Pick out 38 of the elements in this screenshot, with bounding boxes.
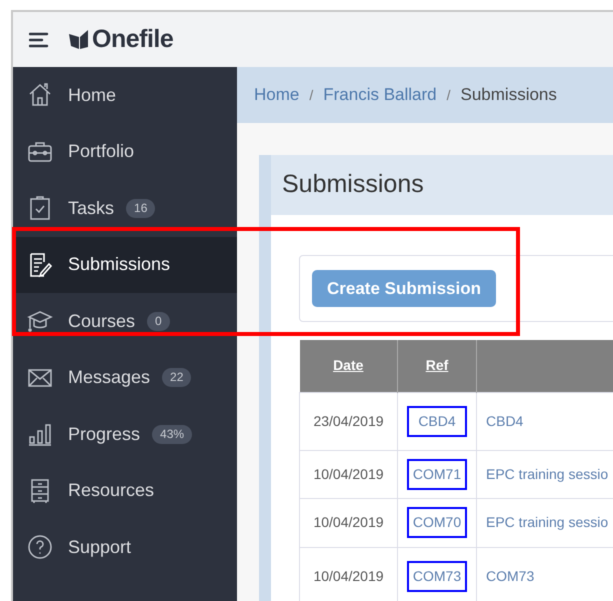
ref-link[interactable]: COM71 xyxy=(407,458,467,490)
breadcrumb-link[interactable]: Francis Ballard xyxy=(323,82,437,108)
create-submission-button[interactable]: Create Submission xyxy=(312,270,496,307)
count-badge: 43% xyxy=(152,424,192,444)
date-cell: 10/04/2019 xyxy=(300,547,398,601)
sidebar-item[interactable]: Portfolio xyxy=(13,124,237,180)
sidebar-item[interactable]: Courses 0 xyxy=(13,293,237,350)
sidebar-item[interactable]: Messages 22 xyxy=(13,350,237,406)
submission-link[interactable]: CBD4 xyxy=(486,412,524,428)
ref-link[interactable]: CBD4 xyxy=(407,406,467,436)
menu-icon[interactable] xyxy=(29,32,49,48)
sidebar-item[interactable]: Progress 43% xyxy=(13,406,237,462)
count-badge: 16 xyxy=(126,198,156,218)
column-header[interactable]: Ref xyxy=(398,340,476,392)
house-icon xyxy=(27,82,53,108)
breadcrumb-current: Submissions xyxy=(460,84,557,106)
sidebar-item[interactable]: Home xyxy=(13,67,237,124)
panel-title: Submissions xyxy=(282,169,424,200)
sidebar-item[interactable]: Support xyxy=(13,519,237,576)
ref-link[interactable]: COM70 xyxy=(407,507,467,538)
sidebar-item[interactable]: Submissions xyxy=(13,236,237,293)
count-badge: 22 xyxy=(162,368,192,388)
date-cell: 23/04/2019 xyxy=(300,392,398,450)
sidebar-item[interactable]: Resources xyxy=(13,462,237,519)
column-header[interactable]: Date xyxy=(300,340,398,392)
ref-link[interactable]: COM73 xyxy=(407,560,467,592)
sidebar-item[interactable]: Tasks 16 xyxy=(13,180,237,236)
breadcrumb-separator: / xyxy=(309,86,314,104)
count-badge: 0 xyxy=(147,312,170,331)
logo-text: Onefile xyxy=(92,24,174,55)
date-cell: 10/04/2019 xyxy=(300,450,398,498)
breadcrumb-separator: / xyxy=(446,86,451,104)
book-icon xyxy=(69,30,89,49)
date-cell: 10/04/2019 xyxy=(300,498,398,547)
document-edit-icon xyxy=(27,252,53,278)
submission-link[interactable]: COM73 xyxy=(486,568,534,584)
help-icon xyxy=(27,534,53,560)
breadcrumb-link[interactable]: Home xyxy=(254,82,300,108)
